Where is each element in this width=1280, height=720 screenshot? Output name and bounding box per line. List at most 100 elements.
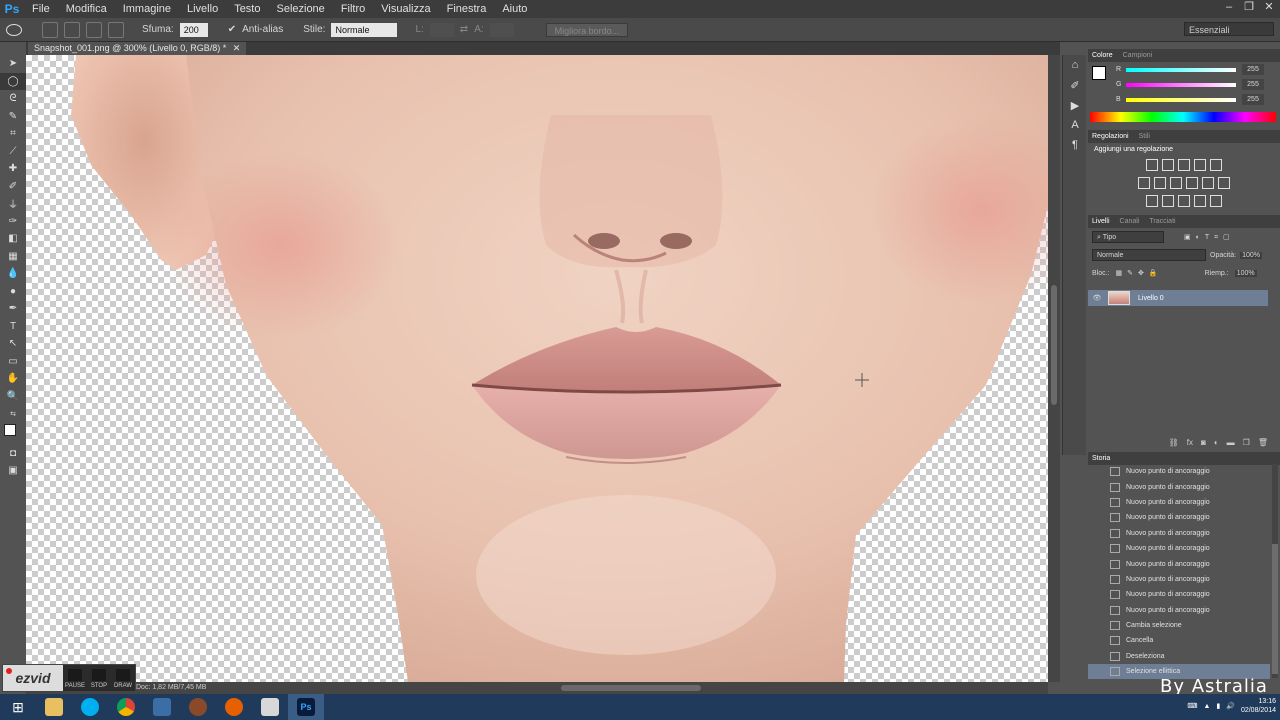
opacity-input[interactable]: 100% bbox=[1240, 251, 1262, 259]
ezvid-draw-button[interactable]: DRAW bbox=[111, 665, 135, 691]
network-icon[interactable]: ▮ bbox=[1216, 702, 1220, 710]
paragraph-panel-icon[interactable]: ¶ bbox=[1063, 135, 1087, 155]
new-selection-icon[interactable] bbox=[42, 21, 58, 38]
link-layers-icon[interactable]: ⛓ bbox=[1169, 438, 1179, 452]
foreground-color[interactable] bbox=[4, 423, 16, 436]
vertical-scroll-thumb[interactable] bbox=[1051, 285, 1057, 405]
spectrum-bar[interactable] bbox=[1090, 112, 1276, 122]
menu-aiuto[interactable]: Aiuto bbox=[494, 3, 535, 15]
swap-colors-icon[interactable]: ⇆ bbox=[0, 405, 26, 423]
menu-filtro[interactable]: Filtro bbox=[333, 3, 373, 15]
antialias-checkbox[interactable]: ✔ bbox=[228, 24, 236, 35]
zoom-tool-icon[interactable]: 🔍 bbox=[0, 388, 26, 406]
ellipse-marquee-tool-icon[interactable]: ◯ bbox=[0, 72, 26, 90]
history-item[interactable]: Cancella bbox=[1088, 633, 1270, 648]
ezvid-pause-button[interactable]: PAUSE bbox=[63, 665, 87, 691]
tab-canali[interactable]: Canali bbox=[1120, 218, 1140, 225]
black-white-icon[interactable] bbox=[1170, 177, 1182, 189]
fg-color-swatch[interactable] bbox=[1092, 66, 1106, 80]
tab-storia[interactable]: Storia bbox=[1092, 455, 1110, 462]
history-item[interactable]: Cambia selezione bbox=[1088, 618, 1270, 633]
style-select[interactable]: Normale bbox=[331, 22, 398, 37]
history-item[interactable]: Deseleziona bbox=[1088, 649, 1270, 664]
start-button[interactable]: ⊞ bbox=[0, 694, 36, 720]
move-tool-icon[interactable]: ➤ bbox=[0, 55, 26, 73]
ellipse-marquee-icon[interactable] bbox=[6, 23, 22, 36]
blur-tool-icon[interactable]: 💧 bbox=[0, 265, 26, 283]
screen-mode-icon[interactable]: ▣ bbox=[0, 462, 26, 480]
crop-tool-icon[interactable]: ⌗ bbox=[0, 125, 26, 143]
history-item[interactable]: Nuovo punto di ancoraggio bbox=[1088, 603, 1270, 618]
fill-input[interactable]: 100% bbox=[1234, 269, 1257, 277]
brightness-icon[interactable] bbox=[1146, 159, 1158, 171]
brush-tool-icon[interactable]: ✐ bbox=[0, 178, 26, 196]
history-scroll-thumb[interactable] bbox=[1272, 544, 1278, 674]
new-adjustment-icon[interactable]: ◐ bbox=[1214, 438, 1219, 452]
history-scrollbar[interactable] bbox=[1272, 464, 1278, 678]
dodge-tool-icon[interactable]: ● bbox=[0, 283, 26, 301]
history-panel-icon[interactable]: ⌂ bbox=[1063, 55, 1087, 75]
refine-edge-button[interactable]: Migliora bordo... bbox=[545, 22, 629, 37]
chrome-icon[interactable] bbox=[108, 694, 144, 720]
red-slider[interactable] bbox=[1126, 67, 1236, 72]
channel-mixer-icon[interactable] bbox=[1202, 177, 1214, 189]
history-item[interactable]: Nuovo punto di ancoraggio bbox=[1088, 479, 1270, 494]
menu-finestra[interactable]: Finestra bbox=[439, 3, 495, 15]
history-brush-tool-icon[interactable]: ✑ bbox=[0, 213, 26, 231]
color-swatches[interactable] bbox=[0, 423, 26, 445]
healing-brush-tool-icon[interactable]: ✚ bbox=[0, 160, 26, 178]
intersect-selection-icon[interactable] bbox=[108, 21, 124, 38]
history-item[interactable]: Nuovo punto di ancoraggio bbox=[1088, 572, 1270, 587]
actions-icon[interactable]: ▶ bbox=[1063, 95, 1087, 115]
shape-tool-icon[interactable]: ▭ bbox=[0, 353, 26, 371]
delete-layer-icon[interactable]: 🗑 bbox=[1258, 438, 1268, 452]
tab-colore[interactable]: Colore bbox=[1092, 52, 1113, 59]
quick-mask-icon[interactable]: ◘ bbox=[0, 445, 26, 463]
new-layer-icon[interactable]: ❐ bbox=[1243, 438, 1250, 452]
tab-campioni[interactable]: Campioni bbox=[1123, 52, 1153, 59]
curves-icon[interactable] bbox=[1178, 159, 1190, 171]
hue-saturation-icon[interactable] bbox=[1138, 177, 1150, 189]
add-selection-icon[interactable] bbox=[64, 21, 80, 38]
keyboard-icon[interactable]: ⌨ bbox=[1187, 702, 1197, 710]
color-lookup-icon[interactable] bbox=[1218, 177, 1230, 189]
threshold-icon[interactable] bbox=[1178, 195, 1190, 207]
gimp-icon[interactable] bbox=[180, 694, 216, 720]
history-item[interactable]: Nuovo punto di ancoraggio bbox=[1088, 510, 1270, 525]
exposure-icon[interactable] bbox=[1194, 159, 1206, 171]
green-value[interactable]: 255 bbox=[1242, 79, 1264, 90]
menu-immagine[interactable]: Immagine bbox=[115, 3, 179, 15]
documents-icon[interactable] bbox=[252, 694, 288, 720]
green-slider[interactable] bbox=[1126, 82, 1236, 87]
character-panel-icon[interactable]: A bbox=[1063, 115, 1087, 135]
fx-icon[interactable]: fx bbox=[1187, 438, 1193, 452]
blue-slider[interactable] bbox=[1126, 97, 1236, 102]
type-tool-icon[interactable]: T bbox=[0, 318, 26, 336]
ezvid-stop-button[interactable]: STOP bbox=[87, 665, 111, 691]
height-input[interactable] bbox=[489, 22, 514, 37]
photoshop-taskbar-icon[interactable]: Ps bbox=[288, 694, 324, 720]
blend-mode-select[interactable]: Normale bbox=[1092, 249, 1206, 261]
brush-presets-icon[interactable]: ✐ bbox=[1063, 75, 1087, 95]
tab-stili[interactable]: Stili bbox=[1139, 133, 1150, 140]
clock[interactable]: 13:16 02/08/2014 bbox=[1241, 697, 1276, 715]
eyedropper-tool-icon[interactable]: ⟋ bbox=[0, 143, 26, 161]
history-item[interactable]: Nuovo punto di ancoraggio bbox=[1088, 495, 1270, 510]
inkscape-icon[interactable] bbox=[144, 694, 180, 720]
subtract-selection-icon[interactable] bbox=[86, 21, 102, 38]
close-icon[interactable]: ✕ bbox=[1262, 0, 1276, 14]
levels-icon[interactable] bbox=[1162, 159, 1174, 171]
document-tab[interactable]: Snapshot_001.png @ 300% (Livello 0, RGB/… bbox=[28, 42, 247, 55]
menu-selezione[interactable]: Selezione bbox=[268, 3, 332, 15]
pen-tool-icon[interactable]: ✒ bbox=[0, 300, 26, 318]
menu-modifica[interactable]: Modifica bbox=[58, 3, 115, 15]
lasso-tool-icon[interactable]: ᘓ bbox=[0, 90, 26, 108]
width-input[interactable] bbox=[429, 22, 454, 37]
path-select-tool-icon[interactable]: ↖ bbox=[0, 335, 26, 353]
firefox-icon[interactable] bbox=[216, 694, 252, 720]
swap-icon[interactable]: ⇄ bbox=[460, 24, 468, 35]
clone-stamp-tool-icon[interactable]: ⏚ bbox=[0, 195, 26, 213]
blue-value[interactable]: 255 bbox=[1242, 94, 1264, 105]
selective-color-icon[interactable] bbox=[1194, 195, 1206, 207]
visibility-eye-icon[interactable]: 👁 bbox=[1088, 294, 1106, 302]
